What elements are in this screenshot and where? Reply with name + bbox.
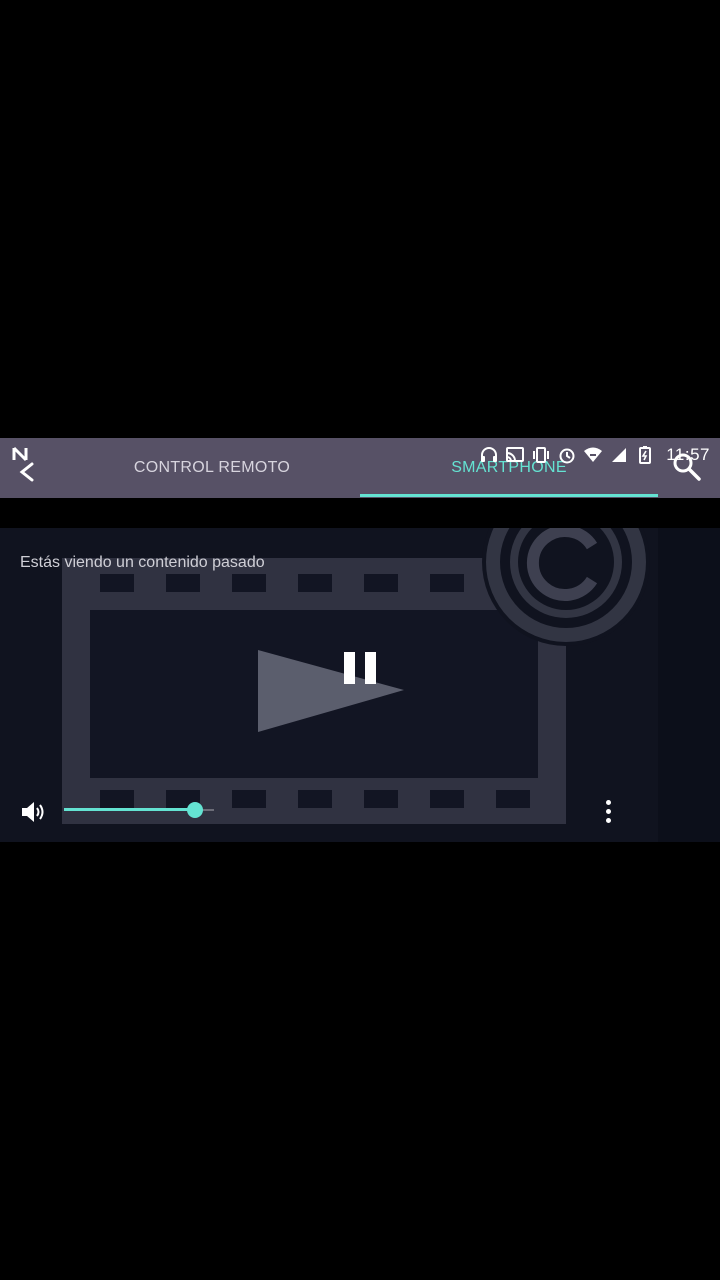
battery-charging-icon <box>634 446 656 464</box>
player-edge <box>658 528 720 842</box>
pause-icon-right-bar <box>365 652 376 684</box>
past-content-notice: Estás viendo un contenido pasado <box>20 554 265 571</box>
pause-button[interactable] <box>338 646 382 690</box>
wifi-icon <box>582 446 604 464</box>
volume-thumb[interactable] <box>187 802 203 818</box>
volume-button[interactable] <box>19 798 49 826</box>
active-tab-indicator <box>360 494 658 497</box>
video-player[interactable]: Estás viendo un contenido pasado <box>0 528 720 842</box>
search-icon <box>673 453 701 481</box>
volume-slider[interactable] <box>64 798 216 822</box>
cast-icon <box>504 446 526 464</box>
tab-label: CONTROL REMOTO <box>133 459 291 476</box>
pause-icon-left-bar <box>344 652 355 684</box>
headphones-icon <box>478 446 500 464</box>
volume-icon <box>22 802 44 822</box>
vibrate-icon <box>530 446 552 464</box>
app-header: CONTROL REMOTO SMARTPHONE 11:57 <box>0 438 720 498</box>
search-button[interactable] <box>672 452 702 482</box>
volume-fill <box>64 808 195 811</box>
tab-control-remoto[interactable]: CONTROL REMOTO <box>62 438 362 498</box>
alarm-icon <box>556 446 578 464</box>
video-placeholder-image <box>62 528 650 824</box>
signal-icon <box>608 446 630 464</box>
back-button[interactable] <box>8 446 40 482</box>
screen: CONTROL REMOTO SMARTPHONE 11:57 Estás vi… <box>0 0 720 1280</box>
more-options-button[interactable] <box>598 798 620 826</box>
back-arrow-icon <box>12 446 34 482</box>
